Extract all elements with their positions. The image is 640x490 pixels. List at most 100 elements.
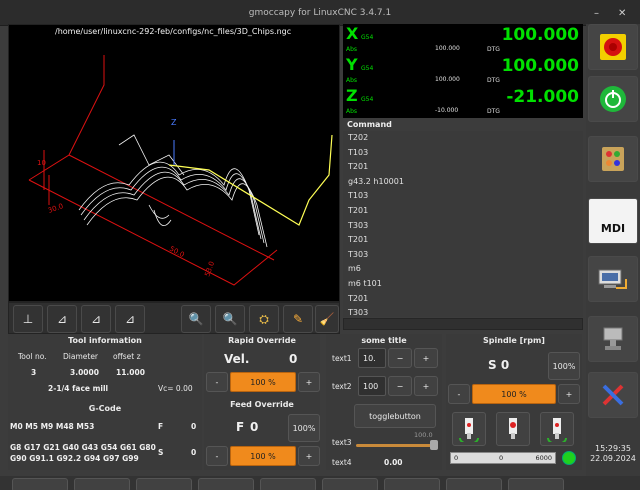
spindle-stop-button[interactable] [496,412,530,446]
gcode-panel: G-Code M0 M5 M9 M48 M53 F 0 G8 G17 G21 G… [8,400,202,470]
gremlin-preview[interactable]: /home/user/linuxcnc-292-feb/configs/nc_f… [8,24,340,302]
list-item[interactable]: T202 [343,131,583,146]
mdi-command-input[interactable] [343,318,583,330]
feed-plus-button[interactable]: + [298,446,320,466]
list-item[interactable]: m6 [343,262,583,277]
list-item[interactable]: T303 [343,248,583,263]
broom-icon: 🧹 [319,312,335,326]
mdi-label: MDI [600,221,626,235]
text3-slider[interactable] [356,444,436,447]
text1-minus-button[interactable]: − [388,348,412,368]
list-item[interactable]: T201 [343,160,583,175]
dim-label-2: 10 [37,159,46,167]
feed-reset-button[interactable]: 100% [288,414,320,442]
tool-settings-button[interactable] [588,372,638,418]
text2-label: text2 [332,382,352,391]
abs-label: Abs [346,77,358,84]
spindle-panel: Spindle [rpm] S 0 100% - 100 % + 0 0 600… [446,334,582,470]
machine-on-button[interactable] [588,76,638,122]
spindle-cw-button[interactable] [540,412,574,446]
list-item[interactable]: T303 [343,306,583,317]
command-header: Command [347,120,392,129]
spindle-plus-button[interactable]: + [558,384,580,404]
list-item[interactable]: T201 [343,204,583,219]
mdi-mode-button[interactable]: MDI [588,198,638,244]
zoom-out-button[interactable]: 🔍 [215,305,245,333]
feed-override-slider[interactable]: 100 % [230,446,296,466]
text1-plus-button[interactable]: + [414,348,438,368]
toolpath-lines [78,134,268,248]
estop-button[interactable] [588,24,638,70]
zoom-in-button[interactable]: 🔍 [181,305,211,333]
command-history[interactable]: T202 T103 T201 g43.2 h10001 T103 T201 T3… [343,131,583,317]
bottom-button-9[interactable] [508,478,564,490]
dro-y[interactable]: Y G54 Abs 100.000 DTG 100.000 [343,55,583,85]
abs-value: 100.000 [435,45,460,52]
clear-live-plot-button[interactable]: 🧹 [315,305,339,333]
dro-panel: X G54 Abs 100.000 DTG 100.000 Y G54 Abs … [343,24,583,118]
rapid-minus-button[interactable]: - [206,372,228,392]
pencil-icon: ✎ [292,312,304,326]
dim-label-1: 30.0 [47,202,64,215]
axis-letter: X [346,24,359,43]
settings-button[interactable] [588,316,638,362]
manual-mode-button[interactable] [588,136,638,182]
auto-mode-button[interactable] [588,256,638,302]
spindle-reset-button[interactable]: 100% [548,352,580,380]
coord-system: G54 [361,34,374,41]
view-z-button[interactable]: ⊿ [115,305,145,333]
list-item[interactable]: T103 [343,189,583,204]
spindle-header: Spindle [rpm] [483,336,545,345]
bottom-button-7[interactable] [384,478,440,490]
bottom-button-5[interactable] [260,478,316,490]
edit-button[interactable]: ✎ [283,305,313,333]
coord-system: G54 [361,96,374,103]
bottom-button-4[interactable] [198,478,254,490]
list-item[interactable]: T103 [343,146,583,161]
view-p-button[interactable]: ⊥ [13,305,43,333]
manual-icon [602,147,624,171]
active-gcodes-1: G8 G17 G21 G40 G43 G54 G61 G80 [10,443,156,452]
preview-toolbar: ⊥ ⊿ ⊿ ⊿ 🔍 🔍 ⛭ ✎ 🧹 [8,302,340,334]
text1-field[interactable]: 10. [358,348,386,368]
text2-plus-button[interactable]: + [414,376,438,396]
dtg-label: DTG [487,77,500,84]
dro-x[interactable]: X G54 Abs 100.000 DTG 100.000 [343,24,583,54]
text4-label: text4 [332,458,352,467]
list-item[interactable]: g43.2 h10001 [343,175,583,190]
dro-value: -21.000 [506,87,579,107]
toggle-button[interactable]: togglebutton [354,404,436,428]
active-mcodes: M0 M5 M9 M48 M53 [10,422,95,431]
text3-slider-handle[interactable] [430,440,438,450]
view-y-icon: ⊿ [90,312,102,326]
clear-plot-button[interactable]: ⛭ [249,305,279,333]
axis-letter: Y [346,55,358,74]
list-item[interactable]: m6 t101 [343,277,583,292]
bottom-button-1[interactable] [12,478,68,490]
minimize-icon[interactable]: – [594,8,599,19]
view-x-button[interactable]: ⊿ [47,305,77,333]
bottom-button-6[interactable] [322,478,378,490]
view-x-icon: ⊿ [56,312,68,326]
text2-minus-button[interactable]: − [388,376,412,396]
bottom-button-8[interactable] [446,478,502,490]
view-y-button[interactable]: ⊿ [81,305,111,333]
feed-minus-button[interactable]: - [206,446,228,466]
rapid-override-slider[interactable]: 100 % [230,372,296,392]
text2-field[interactable]: 100 [358,376,386,396]
auto-icon [598,269,627,289]
close-icon[interactable]: ✕ [618,8,626,19]
dro-z[interactable]: Z G54 Abs -10.000 DTG -21.000 [343,86,583,116]
rapid-plus-button[interactable]: + [298,372,320,392]
list-item[interactable]: T201 [343,292,583,307]
spindle-override-slider[interactable]: 100 % [472,384,556,404]
spindle-stop-icon [509,418,517,439]
list-item[interactable]: T201 [343,233,583,248]
clock-time: 15:29:35 [595,444,631,453]
list-item[interactable]: T303 [343,219,583,234]
bottom-button-2[interactable] [74,478,130,490]
zoom-out-icon: 🔍 [222,312,238,326]
spindle-minus-button[interactable]: - [448,384,470,404]
bottom-button-3[interactable] [136,478,192,490]
spindle-ccw-button[interactable] [452,412,486,446]
